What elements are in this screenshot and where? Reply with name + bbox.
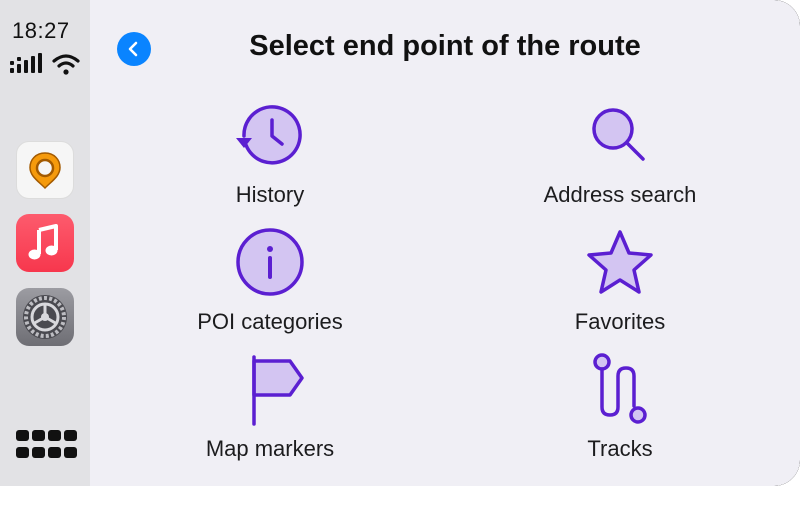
search-icon	[592, 108, 645, 161]
option-map-markers[interactable]: Map markers	[150, 352, 390, 472]
option-history-label: History	[235, 182, 305, 207]
wifi-icon	[52, 54, 80, 75]
info-icon	[236, 228, 304, 296]
grid-icon[interactable]	[16, 430, 77, 460]
option-history[interactable]: History	[150, 98, 390, 218]
carplay-sidebar: 18:27	[0, 0, 90, 486]
flag-icon	[252, 355, 304, 426]
option-tracks[interactable]: Tracks	[500, 352, 740, 472]
music-note-icon	[28, 224, 58, 260]
option-poi-categories-label: POI categories	[197, 309, 343, 334]
app-music[interactable]	[16, 214, 74, 272]
star-icon	[587, 230, 653, 294]
history-clock-icon	[236, 105, 302, 165]
option-map-markers-label: Map markers	[205, 436, 335, 461]
app-settings[interactable]	[16, 288, 74, 346]
option-tracks-label: Tracks	[587, 436, 653, 461]
chevron-left-icon	[128, 41, 138, 57]
option-favorites[interactable]: Favorites	[500, 225, 740, 345]
option-address-search[interactable]: Address search	[500, 98, 740, 218]
osmand-icon	[29, 152, 61, 190]
back-button[interactable]	[117, 32, 151, 66]
page-title: Select end point of the route	[249, 30, 641, 62]
option-address-search-label: Address search	[543, 182, 697, 207]
carplay-screen: 18:27 Select end point of the route Hist…	[0, 0, 800, 486]
app-osmand[interactable]	[16, 141, 74, 199]
option-poi-categories[interactable]: POI categories	[150, 225, 390, 345]
option-favorites-label: Favorites	[574, 309, 666, 334]
gear-icon	[23, 295, 67, 339]
track-route-icon	[593, 353, 647, 424]
cellular-signal-icon	[10, 53, 42, 73]
status-time: 18:27	[12, 18, 70, 43]
